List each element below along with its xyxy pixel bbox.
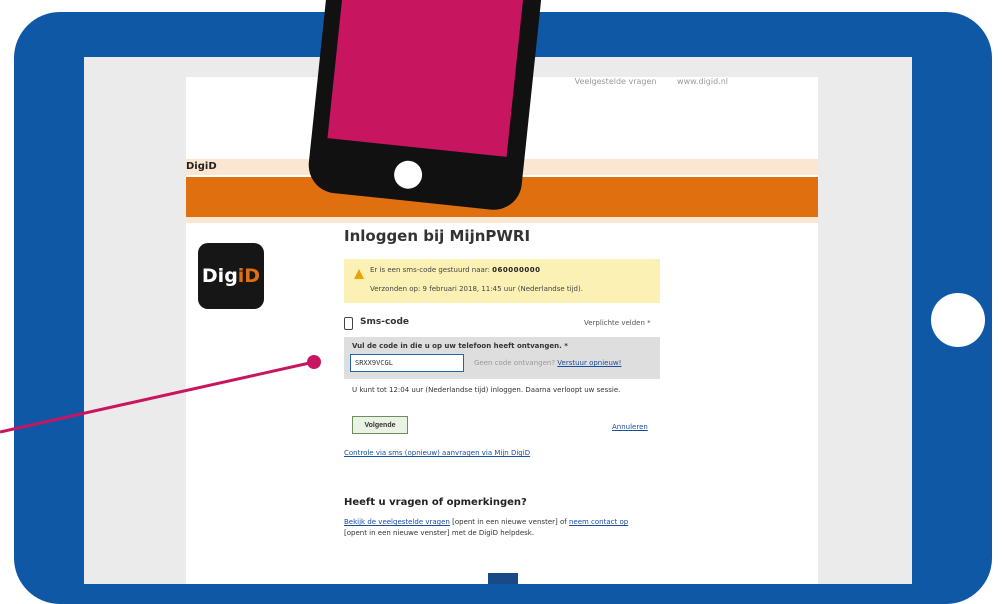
phone-home-button[interactable] [392, 159, 424, 191]
smartphone [305, 0, 545, 213]
pointer-line-stroke [0, 360, 315, 434]
pointer-dot [307, 355, 321, 369]
phone-screen [327, 0, 524, 157]
